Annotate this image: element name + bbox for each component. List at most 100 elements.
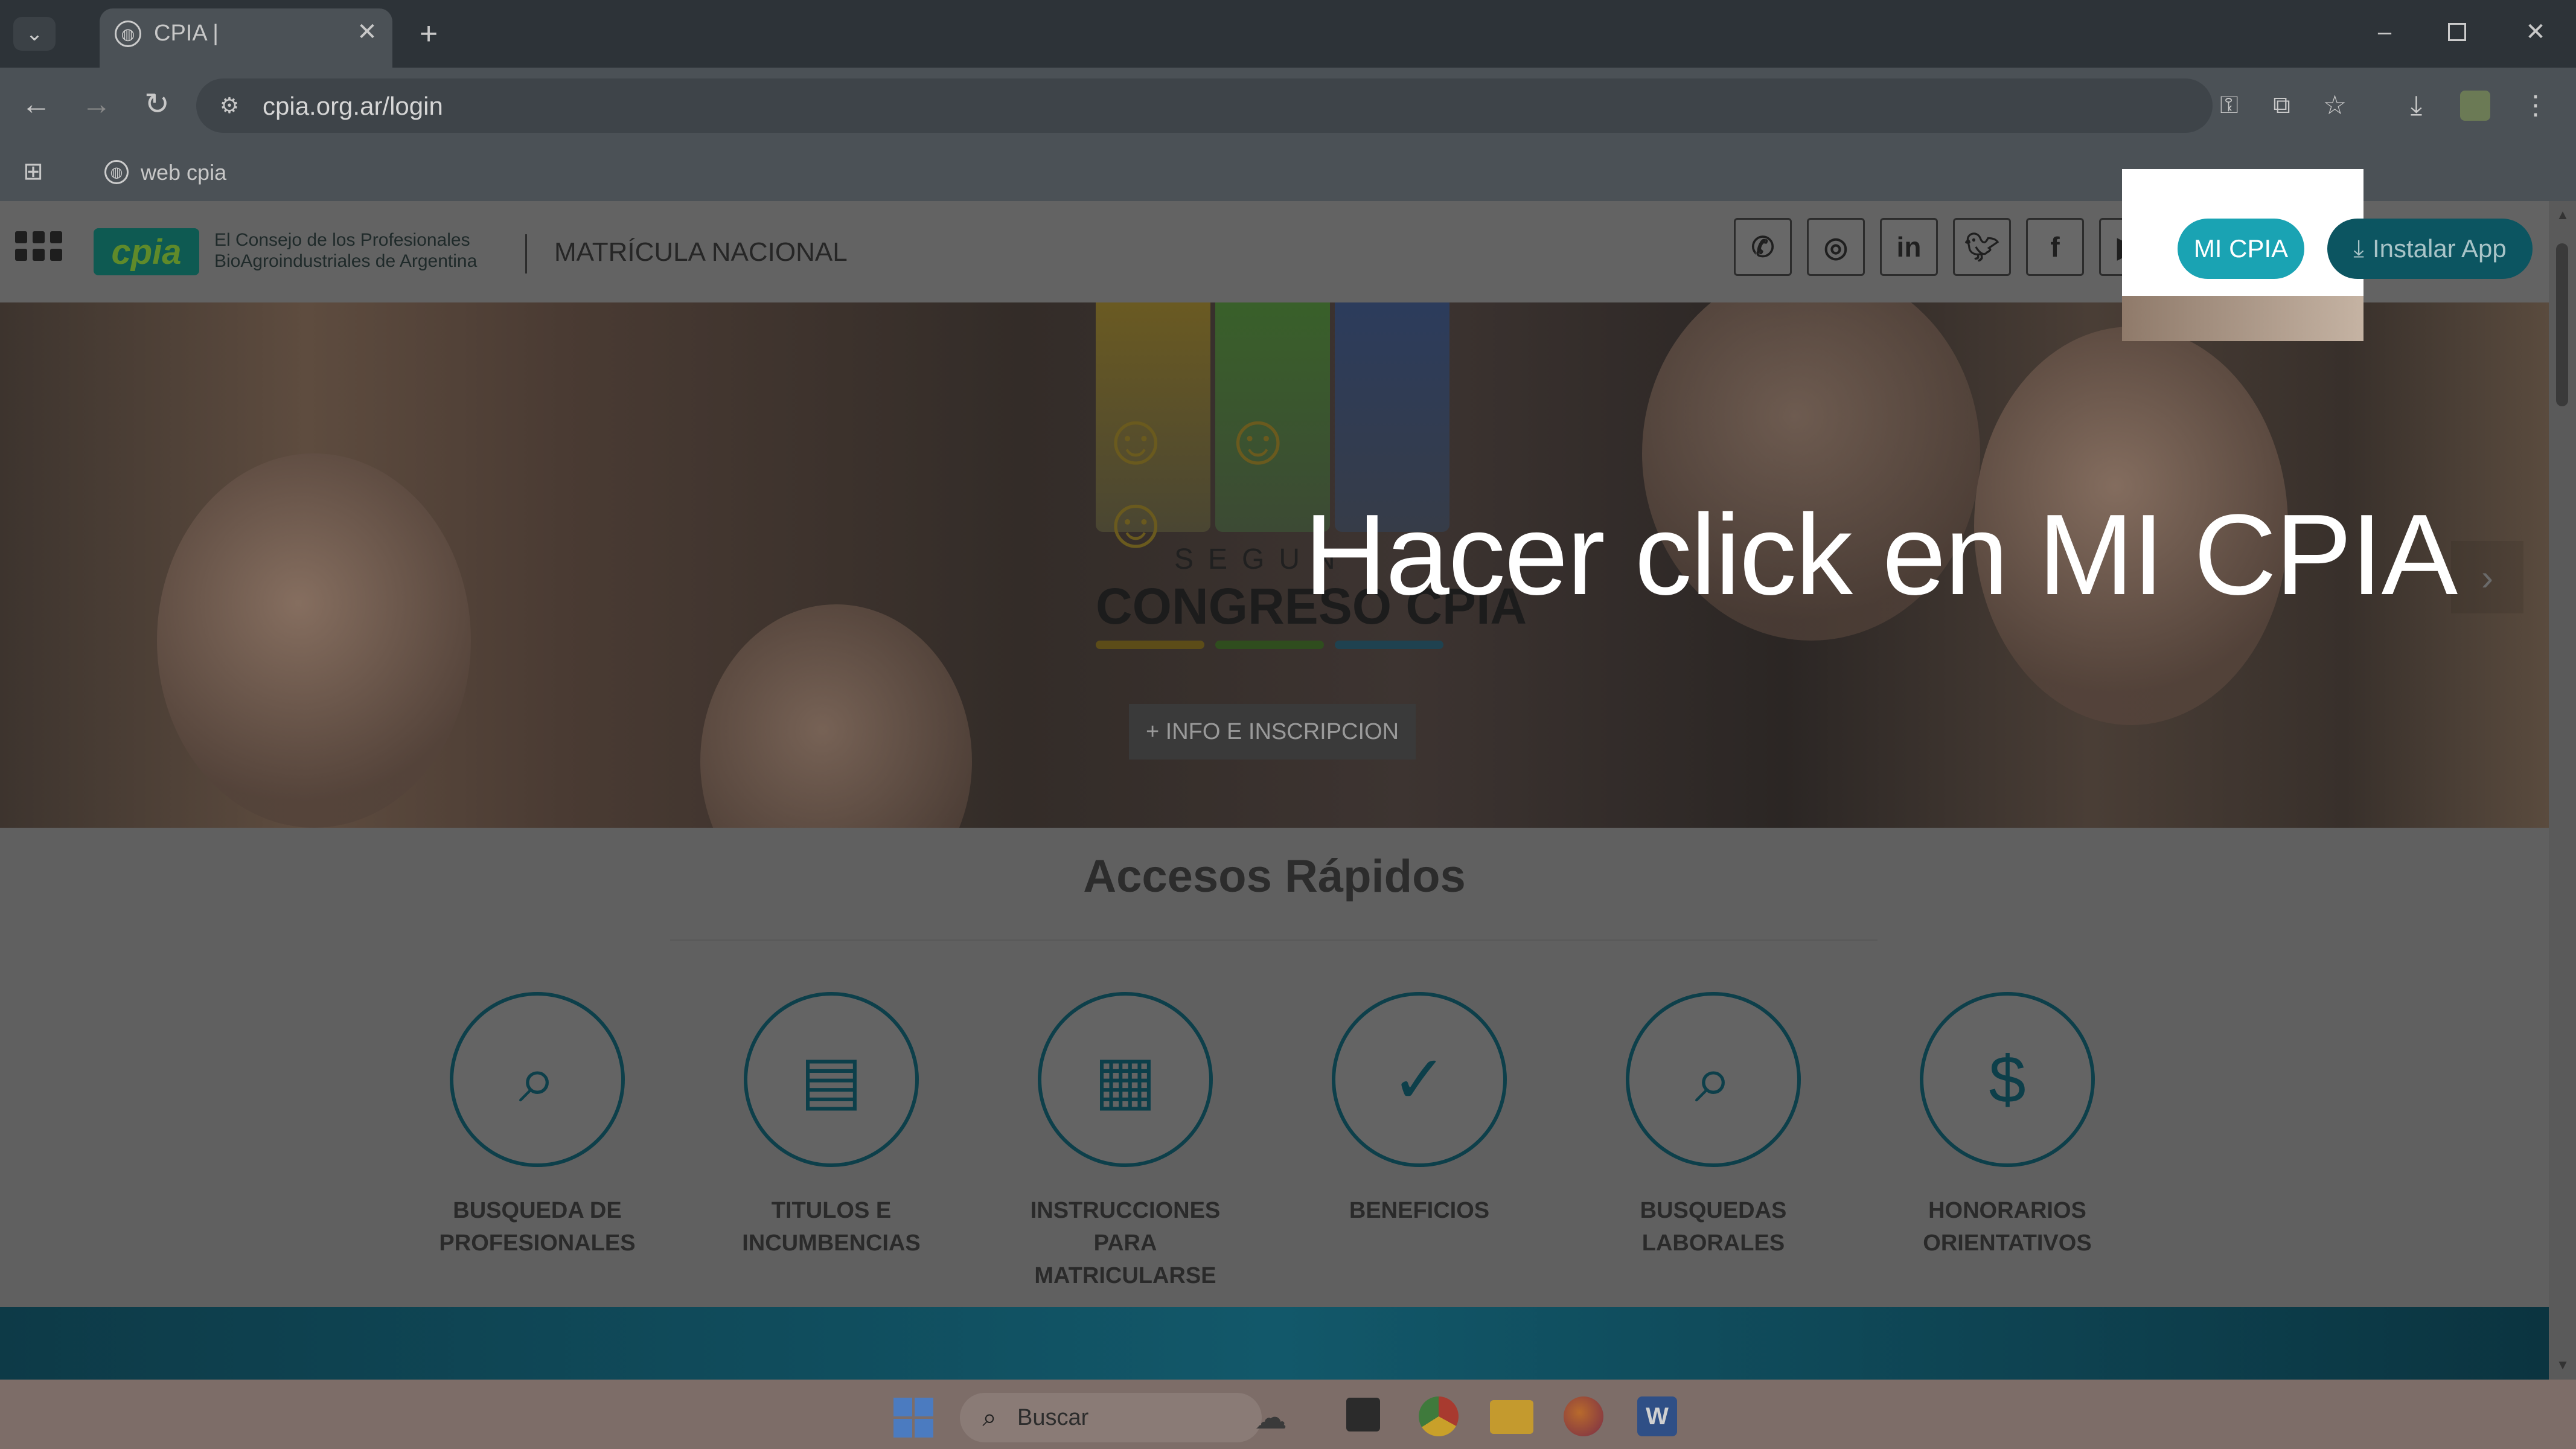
- footer-band: [0, 1307, 2549, 1380]
- browser-tab[interactable]: ◍ CPIA | ✕: [100, 8, 392, 68]
- file-explorer-icon[interactable]: [1490, 1400, 1533, 1434]
- bookmark-item[interactable]: ◍ web cpia: [100, 154, 238, 190]
- quick-access-item[interactable]: $: [1920, 992, 2095, 1167]
- quick-access-label[interactable]: TITULOS E INCUMBENCIAS: [705, 1194, 958, 1259]
- nav-title[interactable]: MATRÍCULA NACIONAL: [554, 237, 848, 267]
- checkmark-document-icon: ✓: [1332, 992, 1507, 1167]
- hero-photo-person: [700, 604, 972, 828]
- org-name-line2: BioAgroindustriales de Argentina: [214, 251, 478, 271]
- event-underline-yellow: [1096, 641, 1204, 649]
- instagram-icon[interactable]: ◎: [1807, 218, 1865, 276]
- quick-access-label-line: INSTRUCCIONES PARA: [1030, 1198, 1221, 1256]
- quick-access-label[interactable]: BUSQUEDAS LABORALES: [1587, 1194, 1840, 1259]
- quick-access-item[interactable]: ⌕: [450, 992, 625, 1167]
- task-view-icon[interactable]: [1346, 1398, 1380, 1431]
- star-icon[interactable]: ☆: [2318, 89, 2351, 122]
- site-settings-icon[interactable]: ⚙: [214, 91, 244, 121]
- quick-access-label-line: HONORARIOS: [1928, 1198, 2086, 1223]
- scroll-up-icon[interactable]: ▲: [2555, 207, 2571, 223]
- info-inscripcion-label: + INFO E INSCRIPCION: [1145, 718, 1399, 744]
- quick-access-label-line: PROFESIONALES: [439, 1230, 636, 1256]
- close-icon[interactable]: ✕: [352, 17, 382, 47]
- download-icon[interactable]: ⤓: [2400, 89, 2433, 122]
- facebook-icon[interactable]: f: [2026, 218, 2084, 276]
- tab-list-icon[interactable]: ⌄: [13, 17, 56, 51]
- menu-icon[interactable]: ⋮: [2522, 89, 2549, 122]
- fee-document-icon: $: [1920, 992, 2095, 1167]
- linkedin-icon[interactable]: in: [1880, 218, 1938, 276]
- document-icon: ▦: [1038, 992, 1213, 1167]
- plus-icon[interactable]: +: [414, 16, 444, 51]
- clipboard-icon: ▤: [744, 992, 919, 1167]
- key-icon[interactable]: ⚿: [2213, 89, 2246, 122]
- address-bar[interactable]: ⚙ cpia.org.ar/login: [196, 78, 2213, 133]
- search-professional-icon: ⌕: [450, 992, 625, 1167]
- quick-access-title: Accesos Rápidos: [1083, 851, 1466, 902]
- globe-icon: ◍: [115, 21, 141, 47]
- quick-access-label-line: INCUMBENCIAS: [742, 1230, 921, 1256]
- taskbar-search-placeholder: Buscar: [1017, 1405, 1089, 1430]
- taskbar-search-box[interactable]: ⌕ Buscar: [960, 1393, 1262, 1442]
- restore-icon[interactable]: [2448, 23, 2466, 41]
- quick-access-item[interactable]: ▦: [1038, 992, 1213, 1167]
- quick-access-item[interactable]: ⌕: [1626, 992, 1801, 1167]
- quick-access-label-line: TITULOS E: [771, 1198, 892, 1223]
- org-name-line1: El Consejo de los Profesionales: [214, 230, 470, 250]
- quick-access-label[interactable]: BUSQUEDA DE PROFESIONALES: [411, 1194, 664, 1259]
- scroll-down-icon[interactable]: ▼: [2555, 1357, 2571, 1373]
- quick-access-label[interactable]: BENEFICIOS: [1293, 1194, 1546, 1227]
- install-app-label: Instalar App: [2372, 234, 2507, 263]
- event-underline-blue: [1335, 641, 1443, 649]
- browser-toolbar: ← → ↻ ⚙ cpia.org.ar/login ⚿ ⧉ ☆ ⤓ ⋮: [0, 68, 2576, 143]
- forward-icon[interactable]: →: [81, 86, 112, 122]
- url-text[interactable]: cpia.org.ar/login: [263, 92, 443, 121]
- mi-cpia-label: MI CPIA: [2193, 234, 2289, 263]
- globe-icon: ◍: [104, 160, 129, 184]
- mi-cpia-button[interactable]: MI CPIA: [2178, 219, 2304, 279]
- windows-start-icon[interactable]: [893, 1398, 933, 1438]
- event-underline-green: [1215, 641, 1324, 649]
- grid-menu-icon[interactable]: [15, 231, 62, 270]
- quick-access-item[interactable]: ✓: [1332, 992, 1507, 1167]
- twitter-icon[interactable]: 🐦︎: [1953, 218, 2011, 276]
- tab-title: CPIA |: [154, 21, 219, 46]
- scrollbar-thumb[interactable]: [2556, 243, 2568, 406]
- quick-access-label-line: BUSQUEDAS: [1640, 1198, 1787, 1223]
- spotlight-photo-strip: [2122, 296, 2363, 341]
- widget-icon[interactable]: ☁: [1244, 1393, 1298, 1441]
- hero-photo-person: [157, 453, 471, 828]
- minimize-icon[interactable]: –: [2370, 15, 2400, 49]
- cpia-logo[interactable]: cpia: [94, 228, 199, 275]
- chrome-icon[interactable]: [1419, 1396, 1459, 1436]
- quick-access-label[interactable]: INSTRUCCIONES PARA MATRICULARSE: [999, 1194, 1252, 1292]
- window-close-icon[interactable]: ✕: [2520, 15, 2551, 49]
- extension-icon[interactable]: [2460, 91, 2490, 121]
- quick-access-label-line: ORIENTATIVOS: [1923, 1230, 2092, 1256]
- carousel-next-arrow-icon[interactable]: ›: [2451, 541, 2523, 613]
- quick-access-item[interactable]: ▤: [744, 992, 919, 1167]
- quick-access-label-line: BENEFICIOS: [1349, 1198, 1490, 1223]
- apps-icon[interactable]: ⊞: [18, 156, 48, 187]
- info-inscripcion-button[interactable]: + INFO E INSCRIPCION: [1129, 704, 1416, 760]
- download-icon: ⤓: [2353, 235, 2364, 262]
- word-icon[interactable]: W: [1637, 1396, 1677, 1436]
- section-divider: [670, 939, 1878, 941]
- quick-access-label-line: BUSQUEDA DE: [453, 1198, 622, 1223]
- install-icon[interactable]: ⧉: [2265, 89, 2298, 122]
- page-scrollbar[interactable]: ▲ ▼: [2549, 201, 2576, 1380]
- quick-access-label[interactable]: HONORARIOS ORIENTATIVOS: [1881, 1194, 2134, 1259]
- web-page: cpia El Consejo de los Profesionales Bio…: [0, 201, 2549, 1380]
- quick-access-label-line: MATRICULARSE: [1034, 1263, 1216, 1288]
- quick-access-label-line: LABORALES: [1641, 1230, 1785, 1256]
- search-icon: ⌕: [982, 1403, 997, 1431]
- header-divider: [525, 234, 527, 273]
- browser-tab-strip: ⌄ ◍ CPIA | ✕ + – ✕: [0, 0, 2576, 68]
- whatsapp-icon[interactable]: ✆: [1734, 218, 1792, 276]
- back-icon[interactable]: ←: [21, 86, 51, 122]
- firefox-icon[interactable]: [1564, 1396, 1603, 1436]
- install-app-button[interactable]: ⤓ Instalar App: [2327, 219, 2533, 279]
- reload-icon[interactable]: ↻: [142, 86, 172, 122]
- logo-text: cpia: [111, 232, 182, 272]
- job-search-icon: ⌕: [1626, 992, 1801, 1167]
- tutorial-instruction: Hacer click en MI CPIA: [1304, 491, 2458, 619]
